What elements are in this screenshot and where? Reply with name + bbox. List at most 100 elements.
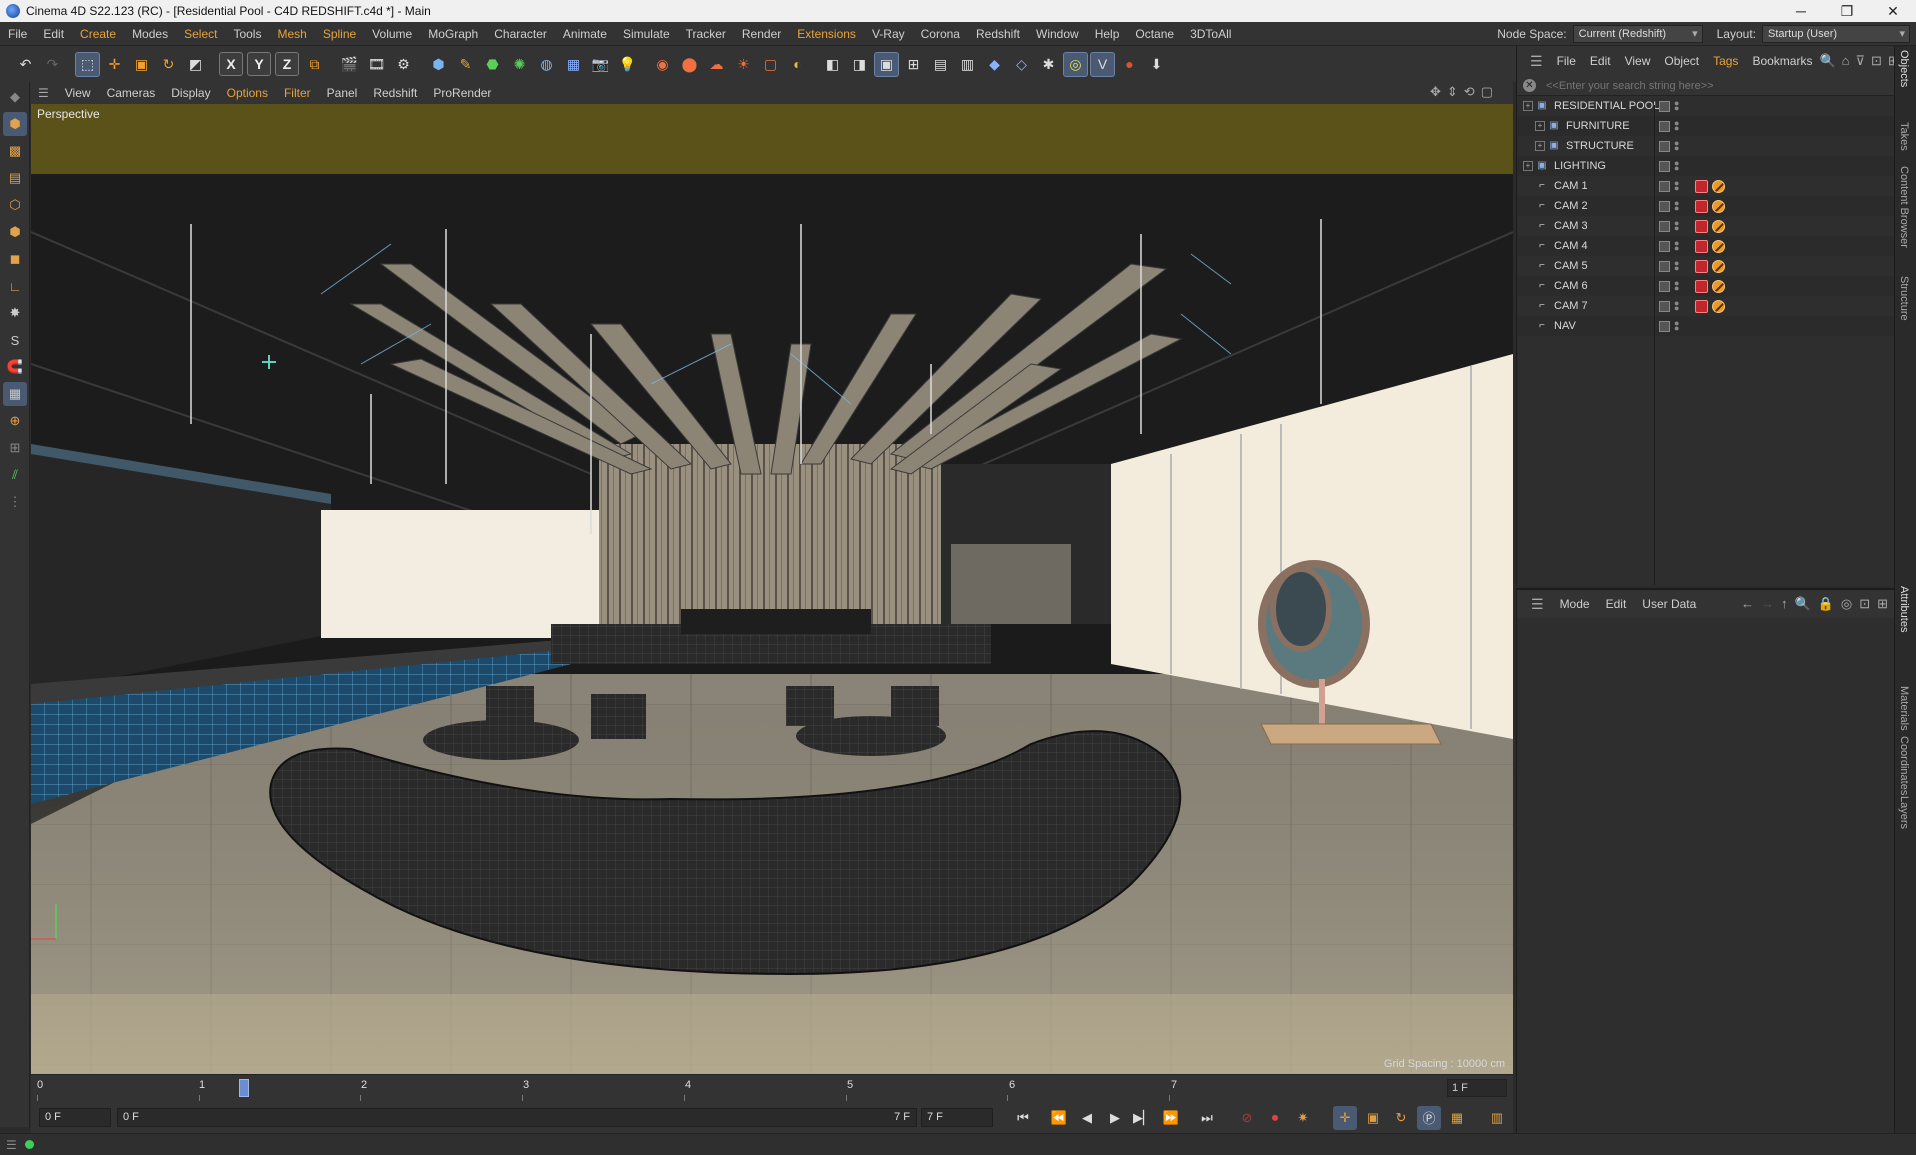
go-to-start-icon[interactable]: ⏮ [1011,1106,1035,1130]
gear-icon[interactable]: ✱ [1036,52,1061,77]
redshift-material-icon[interactable]: ◐ [785,52,810,77]
layer-visibility-checkbox[interactable] [1659,160,1670,172]
protection-tag-icon[interactable] [1712,239,1725,253]
polygons-mode-icon[interactable]: ◼ [3,247,27,271]
playhead-handle[interactable] [239,1079,249,1097]
object-row-cam-7[interactable]: ⌐ CAM 7 ● ● [1517,296,1894,316]
layer-visibility-checkbox[interactable] [1659,220,1670,232]
viewport-menu-panel[interactable]: Panel [319,86,366,100]
cube-icon[interactable]: ⬢ [426,52,451,77]
rotate-view-icon[interactable]: ⟲ [1464,84,1475,100]
ipr-icon[interactable]: ◧ [820,52,845,77]
menu-redshift[interactable]: Redshift [968,22,1028,46]
render-settings-icon[interactable]: ⚙ [391,52,416,77]
scale-tool-icon[interactable]: ▣ [129,52,154,77]
menu-corona[interactable]: Corona [913,22,968,46]
object-menu-edit[interactable]: Edit [1583,54,1618,68]
filter-icon[interactable]: ⊽ [1856,53,1866,69]
tweak-icon[interactable]: ✸ [3,301,27,325]
object-name[interactable]: CAM 1 [1554,180,1654,192]
object-row-cam-1[interactable]: ⌐ CAM 1 ● ● [1517,176,1894,196]
menu-v-ray[interactable]: V-Ray [864,22,913,46]
protection-tag-icon[interactable] [1712,179,1725,193]
layer-visibility-checkbox[interactable] [1659,260,1670,272]
menu-file[interactable]: File [0,22,35,46]
frame-range-slider[interactable]: 0 F 7 F [117,1108,917,1127]
object-name[interactable]: RESIDENTIAL POOL [1554,100,1659,112]
menu-create[interactable]: Create [72,22,124,46]
search-icon[interactable]: 🔍 [1794,596,1810,612]
corona-icon[interactable]: ◎ [1063,51,1088,77]
select-tool-icon[interactable]: ⬚ [75,51,100,77]
autokey-icon[interactable]: ⏺ [1263,1106,1287,1130]
timeline-ruler[interactable]: 0 1 2 3 4 5 6 7 1 F [31,1074,1513,1102]
node-space-dropdown[interactable]: Current (Redshift) [1572,25,1703,43]
layer-visibility-checkbox[interactable] [1659,280,1670,292]
lock-icon[interactable]: 🔒 [1818,596,1834,612]
render-picture-viewer-icon[interactable]: 🎞 [364,52,389,77]
visibility-dots-icon[interactable]: ● ● [1674,279,1679,293]
key-parameter-icon[interactable]: Ⓟ [1417,1105,1441,1130]
key-pla-icon[interactable]: ▦ [1445,1106,1469,1130]
go-to-end-icon[interactable]: ⏭ [1195,1106,1219,1130]
menu-mograph[interactable]: MoGraph [420,22,486,46]
object-row-cam-4[interactable]: ⌐ CAM 4 ● ● [1517,236,1894,256]
expand-toggle-icon[interactable]: + [1535,141,1545,151]
axis-y-button[interactable]: Y [247,52,271,76]
cloner-icon[interactable]: ✺ [507,52,532,77]
object-row-structure[interactable]: + ▣ STRUCTURE ● ● [1517,136,1894,156]
visibility-dots-icon[interactable]: ● ● [1674,319,1679,333]
redshift-dome-icon[interactable]: ☁ [704,52,729,77]
home-icon[interactable]: ⌂ [1842,53,1850,69]
side-tab-objects[interactable]: Objects [1898,50,1910,87]
object-menu-tags[interactable]: Tags [1706,54,1745,68]
status-menu-icon[interactable]: ☰ [6,1138,17,1152]
corona-render-icon[interactable]: ● [1117,52,1142,77]
menu-simulate[interactable]: Simulate [615,22,678,46]
axis-x-button[interactable]: X [219,52,243,76]
pan-view-icon[interactable]: ✥ [1430,84,1441,100]
side-tab-layers[interactable]: Layers [1898,796,1910,829]
object-column-separator[interactable] [1654,105,1655,585]
redshift-camera-tag-icon[interactable] [1695,299,1708,313]
menu-window[interactable]: Window [1028,22,1087,46]
side-tab-structure[interactable]: Structure [1898,276,1910,321]
redshift-camera-tag-icon[interactable] [1695,279,1708,293]
redshift-camera-tag-icon[interactable] [1695,219,1708,233]
side-tab-coordinates[interactable]: Coordinates [1898,736,1910,795]
octane-icon[interactable]: ◆ [982,52,1007,77]
attributes-menu-user-data[interactable]: User Data [1634,597,1704,611]
menu-mesh[interactable]: Mesh [269,22,314,46]
zoom-view-icon[interactable]: ⇕ [1447,84,1458,100]
layer-visibility-checkbox[interactable] [1659,140,1670,152]
object-menu-file[interactable]: File [1550,54,1583,68]
minimize-button[interactable]: ─ [1778,0,1824,22]
object-row-furniture[interactable]: + ▣ FURNITURE ● ● [1517,116,1894,136]
object-name[interactable]: CAM 2 [1554,200,1654,212]
axis-mode-icon[interactable]: ∟ [3,274,27,298]
object-name[interactable]: CAM 4 [1554,240,1654,252]
workplane-icon[interactable]: ▤ [3,166,27,190]
object-row-cam-2[interactable]: ⌐ CAM 2 ● ● [1517,196,1894,216]
layer-visibility-checkbox[interactable] [1659,180,1670,192]
previous-frame-icon[interactable]: ◀ [1075,1106,1099,1130]
visibility-dots-icon[interactable]: ● ● [1674,99,1679,113]
layer-visibility-checkbox[interactable] [1659,240,1670,252]
expand-toggle-icon[interactable]: + [1535,121,1545,131]
menu-tracker[interactable]: Tracker [678,22,734,46]
object-row-lighting[interactable]: + ▣ LIGHTING ● ● [1517,156,1894,176]
viewport-menu-options[interactable]: Options [219,86,276,100]
menu-tools[interactable]: Tools [225,22,269,46]
keyframe-selection-icon[interactable]: ✷ [1291,1106,1315,1130]
new-window-icon[interactable]: ⊡ [1871,53,1882,69]
key-scale-icon[interactable]: ▣ [1361,1106,1385,1130]
current-frame-field[interactable]: 0 F [39,1108,111,1127]
grid-icon[interactable]: ⊞ [3,436,27,460]
object-row-cam-3[interactable]: ⌐ CAM 3 ● ● [1517,216,1894,236]
aov-icon[interactable]: ⊞ [901,52,926,77]
download-icon[interactable]: ⬇ [1144,52,1169,77]
hamburger-icon[interactable]: ☰ [30,86,57,100]
maximize-button[interactable]: ❐ [1824,0,1870,22]
more-tools-icon[interactable]: ⋮ [3,490,27,514]
menu-spline[interactable]: Spline [315,22,364,46]
